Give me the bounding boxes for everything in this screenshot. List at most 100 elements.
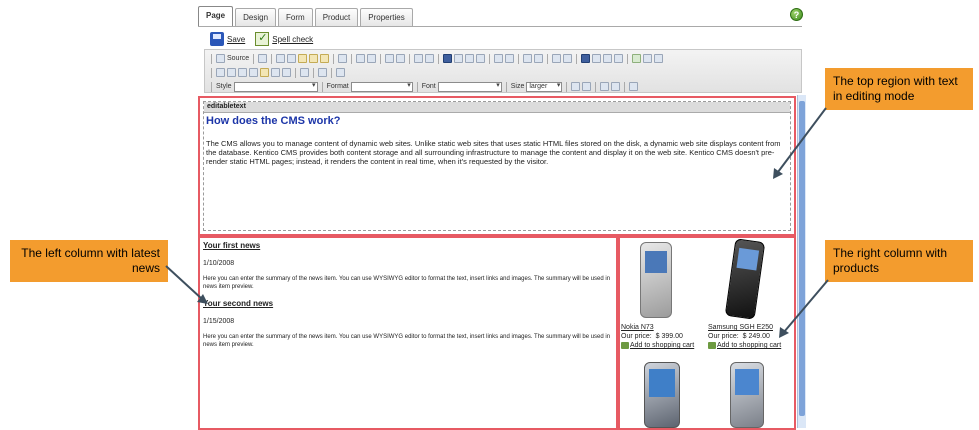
left-column-news: Your first news 1/10/2008 Here you can e…	[198, 236, 618, 430]
align-center-icon[interactable]	[592, 54, 602, 63]
superscript-icon[interactable]	[505, 54, 515, 63]
product-image[interactable]	[644, 362, 680, 428]
tab-properties[interactable]: Properties	[360, 8, 413, 26]
cut-icon[interactable]	[276, 54, 286, 63]
remove-format-icon[interactable]	[425, 54, 435, 63]
save-label: Save	[227, 34, 246, 44]
font-select[interactable]	[437, 81, 502, 92]
table-icon[interactable]	[238, 68, 247, 77]
tab-form[interactable]: Form	[278, 8, 313, 26]
spell-check-button[interactable]: Spell check	[255, 31, 313, 46]
show-blocks-icon[interactable]	[600, 82, 610, 91]
tab-design[interactable]: Design	[235, 8, 277, 26]
style-select[interactable]	[233, 81, 318, 92]
print-icon[interactable]	[338, 54, 348, 63]
toolbar-separator	[271, 53, 273, 64]
flash-icon[interactable]	[227, 68, 236, 77]
toolbar-separator	[627, 53, 629, 64]
anchor-icon[interactable]	[654, 54, 664, 63]
special-char-icon[interactable]	[271, 68, 280, 77]
toolbar-separator	[595, 81, 597, 92]
product-name-link[interactable]: Samsung SGH E250	[708, 324, 773, 331]
phone-screen	[649, 369, 675, 397]
select-all-icon[interactable]	[414, 54, 424, 63]
right-column-products: Nokia N73 Our price: $ 399.00 Add to sho…	[618, 236, 796, 430]
product-image[interactable]	[640, 242, 672, 318]
horizontal-rule-icon[interactable]	[249, 68, 258, 77]
quick-link-icon[interactable]	[318, 68, 327, 77]
align-justify-icon[interactable]	[614, 54, 624, 63]
find-icon[interactable]	[385, 54, 395, 63]
subscript-icon[interactable]	[494, 54, 504, 63]
product-price: Our price: $ 249.00	[708, 333, 770, 340]
shopping-cart-icon	[621, 342, 629, 349]
add-to-cart-link[interactable]: Add to shopping cart	[621, 342, 694, 349]
phone-screen	[735, 369, 759, 395]
callout-top-region: The top region with text in editing mode	[825, 68, 973, 110]
text-color-icon[interactable]	[571, 82, 581, 91]
media-icon[interactable]	[336, 68, 345, 77]
price-value: $ 249.00	[742, 333, 770, 340]
underline-icon[interactable]	[465, 54, 475, 63]
unlink-icon[interactable]	[643, 54, 653, 63]
toolbar-separator	[518, 53, 520, 64]
align-right-icon[interactable]	[603, 54, 613, 63]
toolbar-separator	[295, 67, 296, 78]
numbered-list-icon[interactable]	[523, 54, 533, 63]
maximize-icon[interactable]	[611, 82, 621, 91]
toolbar-separator	[576, 53, 578, 64]
top-region: editabletext How does the CMS work? The …	[198, 96, 796, 236]
save-button[interactable]: Save	[210, 32, 245, 46]
editable-text-area[interactable]: editabletext How does the CMS work? The …	[203, 101, 791, 231]
help-icon[interactable]: ?	[790, 8, 803, 21]
inline-control-icon[interactable]	[300, 68, 309, 77]
toolbar-separator	[333, 53, 335, 64]
indent-icon[interactable]	[563, 54, 573, 63]
product-name-link[interactable]: Nokia N73	[621, 324, 654, 331]
paste-text-icon[interactable]	[309, 54, 319, 63]
tab-product[interactable]: Product	[314, 8, 359, 26]
link-icon[interactable]	[632, 54, 642, 63]
smiley-icon[interactable]	[260, 68, 269, 77]
strikethrough-icon[interactable]	[476, 54, 486, 63]
redo-icon[interactable]	[367, 54, 377, 63]
scrollbar-thumb[interactable]	[799, 101, 805, 416]
spell-check-icon	[255, 31, 270, 46]
phone-screen	[645, 251, 667, 273]
source-icon[interactable]	[216, 54, 225, 63]
callout-right-column: The right column with products	[825, 240, 973, 282]
toolbar-separator	[253, 53, 255, 64]
page-break-icon[interactable]	[282, 68, 291, 77]
paste-icon[interactable]	[298, 54, 308, 63]
tab-page[interactable]: Page	[198, 6, 234, 26]
about-icon[interactable]	[629, 82, 639, 91]
toolbar-separator	[624, 81, 626, 92]
editable-region-label: editabletext	[204, 102, 790, 113]
bulleted-list-icon[interactable]	[534, 54, 544, 63]
outdent-icon[interactable]	[552, 54, 562, 63]
image-icon[interactable]	[216, 68, 225, 77]
editor-scrollbar[interactable]	[797, 95, 806, 428]
preview-icon[interactable]	[258, 54, 268, 63]
toolbar-separator	[416, 81, 418, 92]
undo-icon[interactable]	[356, 54, 366, 63]
add-to-cart-link[interactable]: Add to shopping cart	[708, 342, 781, 349]
source-button[interactable]: Source	[227, 55, 249, 62]
italic-icon[interactable]	[454, 54, 464, 63]
left-callout-arrow	[165, 265, 203, 300]
product-image[interactable]	[730, 362, 764, 428]
toolbar-separator	[566, 81, 568, 92]
product-image[interactable]	[724, 238, 766, 320]
news-title-link[interactable]: Your second news	[203, 299, 613, 308]
background-color-icon[interactable]	[582, 82, 592, 91]
copy-icon[interactable]	[287, 54, 297, 63]
tab-divider	[198, 26, 802, 27]
news-title-link[interactable]: Your first news	[203, 241, 613, 250]
replace-icon[interactable]	[396, 54, 406, 63]
align-left-icon[interactable]	[581, 54, 591, 63]
bold-icon[interactable]	[443, 54, 453, 63]
paste-word-icon[interactable]	[320, 54, 330, 63]
style-label: Style	[216, 83, 232, 90]
format-select[interactable]	[350, 81, 413, 92]
size-select[interactable]: larger	[526, 81, 563, 92]
